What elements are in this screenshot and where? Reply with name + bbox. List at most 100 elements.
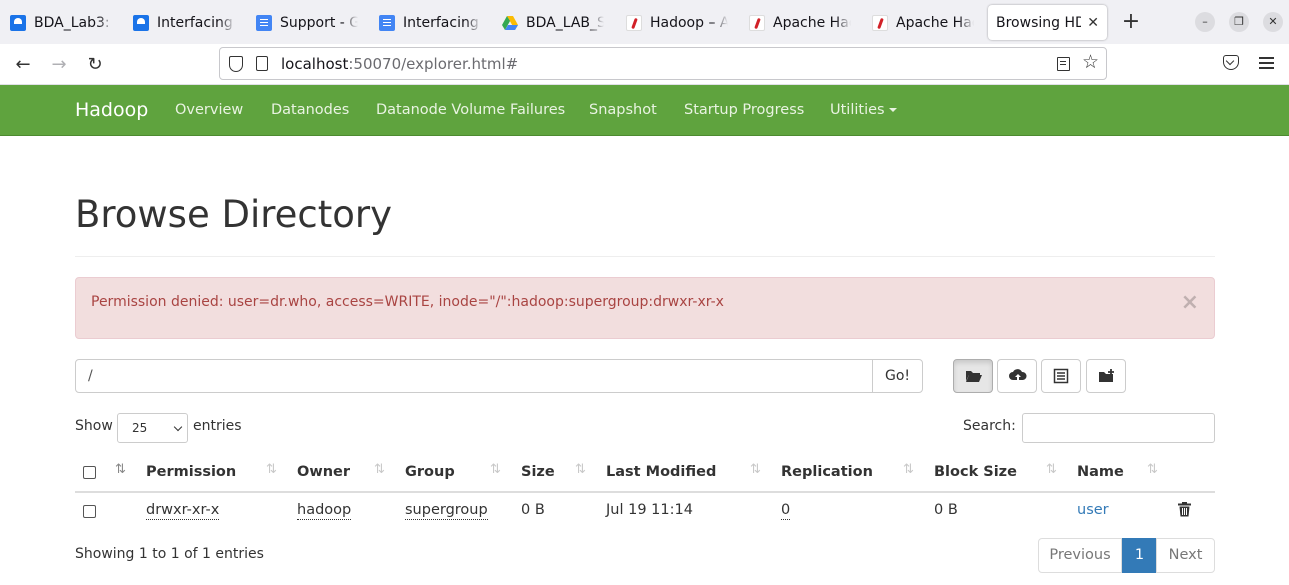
list-alt-icon xyxy=(1053,368,1069,384)
cell-size: 0 B xyxy=(521,502,545,518)
url-path: :50070/explorer.html# xyxy=(348,55,519,73)
url-text[interactable]: localhost:50070/explorer.html# xyxy=(281,55,518,73)
table-header-divider xyxy=(75,491,1215,493)
forward-icon[interactable]: → xyxy=(46,52,72,78)
close-tab-icon[interactable]: ✕ xyxy=(1087,15,1099,31)
tab-apache-had-1[interactable]: Apache Had xyxy=(741,5,859,40)
tab-interfacing-2[interactable]: Interfacing t xyxy=(371,5,489,40)
tab-title: Apache Had xyxy=(773,14,851,31)
folder-plus-icon xyxy=(1099,369,1114,382)
cell-permission[interactable]: drwxr-xr-x xyxy=(146,502,220,520)
new-tab-button[interactable]: + xyxy=(1118,8,1144,36)
minimize-icon[interactable]: – xyxy=(1195,12,1215,32)
column-size[interactable]: Size xyxy=(521,464,555,480)
search-label: Search: xyxy=(963,418,1016,434)
directory-path-input[interactable]: / xyxy=(75,359,873,393)
docs-icon xyxy=(379,14,395,31)
tab-title: Browsing HD xyxy=(996,14,1082,31)
shield-icon[interactable] xyxy=(229,56,243,72)
sort-icon[interactable]: ⇅ xyxy=(1046,462,1057,477)
sort-icon[interactable]: ⇅ xyxy=(575,462,586,477)
close-window-icon[interactable]: ✕ xyxy=(1263,12,1283,32)
cell-name-link[interactable]: user xyxy=(1077,502,1109,518)
trash-icon[interactable] xyxy=(1178,502,1191,517)
nav-snapshot[interactable]: Snapshot xyxy=(589,102,657,118)
error-alert: Permission denied: user=dr.who, access=W… xyxy=(75,277,1215,339)
url-host: localhost xyxy=(281,55,349,73)
column-owner[interactable]: Owner xyxy=(297,464,350,480)
nav-utilities-dropdown[interactable]: Utilities xyxy=(830,102,897,118)
bookmark-star-icon[interactable]: ☆ xyxy=(1082,51,1099,73)
divider xyxy=(75,256,1215,257)
tab-bda-lab3[interactable]: BDA_Lab3: I xyxy=(2,5,122,40)
nav-overview[interactable]: Overview xyxy=(175,102,243,118)
sort-icon[interactable]: ⇅ xyxy=(115,462,126,477)
tab-title: Interfacing t xyxy=(403,14,481,31)
column-group[interactable]: Group xyxy=(405,464,455,480)
tab-browsing-hdfs[interactable]: Browsing HD ✕ xyxy=(988,5,1107,40)
cell-owner[interactable]: hadoop xyxy=(297,502,352,520)
show-label: Show xyxy=(75,418,113,434)
search-input[interactable] xyxy=(1022,413,1215,443)
browser-toolbar: ← → ↻ localhost:50070/explorer.html# ☆ xyxy=(0,44,1289,85)
browse-directory-button[interactable] xyxy=(953,359,993,393)
brand-link[interactable]: Hadoop xyxy=(75,99,148,121)
reload-icon[interactable]: ↻ xyxy=(82,52,108,78)
chevron-down-icon xyxy=(173,422,183,432)
nav-utilities-label: Utilities xyxy=(830,102,885,118)
restore-icon[interactable]: ❐ xyxy=(1229,12,1249,32)
page-title: Browse Directory xyxy=(75,193,393,236)
row-checkbox[interactable] xyxy=(83,505,96,518)
sort-icon[interactable]: ⇅ xyxy=(374,462,385,477)
reader-view-icon[interactable] xyxy=(1057,57,1070,71)
tab-title: BDA_LAB_S xyxy=(526,14,604,31)
tab-title: BDA_Lab3: I xyxy=(34,14,114,31)
cell-last-modified: Jul 19 11:14 xyxy=(606,502,693,518)
sort-icon[interactable]: ⇅ xyxy=(266,462,277,477)
address-bar[interactable]: localhost:50070/explorer.html# ☆ xyxy=(219,47,1107,80)
drive-icon xyxy=(502,15,518,31)
select-all-checkbox[interactable] xyxy=(83,466,96,479)
nav-datanode-volume-failures[interactable]: Datanode Volume Failures xyxy=(376,102,565,118)
entries-per-page-select[interactable]: 25 xyxy=(117,413,188,443)
apache-icon xyxy=(872,14,888,31)
tab-hadoop-ap[interactable]: Hadoop – Ap xyxy=(618,5,736,40)
pagination-previous[interactable]: Previous xyxy=(1038,538,1122,573)
pagination-next[interactable]: Next xyxy=(1156,538,1215,573)
classroom-icon xyxy=(10,14,26,31)
tab-interfacing-1[interactable]: Interfacing t xyxy=(125,5,243,40)
cell-block-size: 0 B xyxy=(934,502,958,518)
sort-icon[interactable]: ⇅ xyxy=(750,462,761,477)
create-directory-button[interactable] xyxy=(1086,359,1126,393)
column-last-modified[interactable]: Last Modified xyxy=(606,464,716,480)
back-icon[interactable]: ← xyxy=(10,52,36,78)
caret-down-icon xyxy=(888,108,897,112)
upload-button[interactable] xyxy=(997,359,1037,393)
nav-startup-progress[interactable]: Startup Progress xyxy=(684,102,804,118)
column-permission[interactable]: Permission xyxy=(146,464,236,480)
sort-icon[interactable]: ⇅ xyxy=(903,462,914,477)
tab-title: Hadoop – Ap xyxy=(650,14,728,31)
column-block-size[interactable]: Block Size xyxy=(934,464,1017,480)
list-view-button[interactable] xyxy=(1041,359,1081,393)
pagination-page-1[interactable]: 1 xyxy=(1122,538,1157,573)
tab-title: Interfacing t xyxy=(157,14,235,31)
tab-title: Apache Had xyxy=(896,14,974,31)
menu-icon[interactable] xyxy=(1259,57,1274,59)
tab-support[interactable]: Support - Go xyxy=(248,5,366,40)
sort-icon[interactable]: ⇅ xyxy=(1147,462,1158,477)
page-info-icon[interactable] xyxy=(256,56,268,71)
cell-replication[interactable]: 0 xyxy=(781,502,791,520)
browser-tab-strip: BDA_Lab3: I Interfacing t Support - Go I… xyxy=(0,0,1289,44)
entries-value: 25 xyxy=(132,421,148,435)
nav-datanodes[interactable]: Datanodes xyxy=(271,102,349,118)
cell-group[interactable]: supergroup xyxy=(405,502,488,520)
tab-apache-had-2[interactable]: Apache Had xyxy=(864,5,982,40)
tab-bda-lab-s[interactable]: BDA_LAB_S xyxy=(494,5,612,40)
column-name[interactable]: Name xyxy=(1077,464,1124,480)
alert-close-icon[interactable]: × xyxy=(1181,292,1199,314)
sort-icon[interactable]: ⇅ xyxy=(490,462,501,477)
column-replication[interactable]: Replication xyxy=(781,464,873,480)
go-button[interactable]: Go! xyxy=(872,359,923,393)
apache-icon xyxy=(749,14,765,31)
